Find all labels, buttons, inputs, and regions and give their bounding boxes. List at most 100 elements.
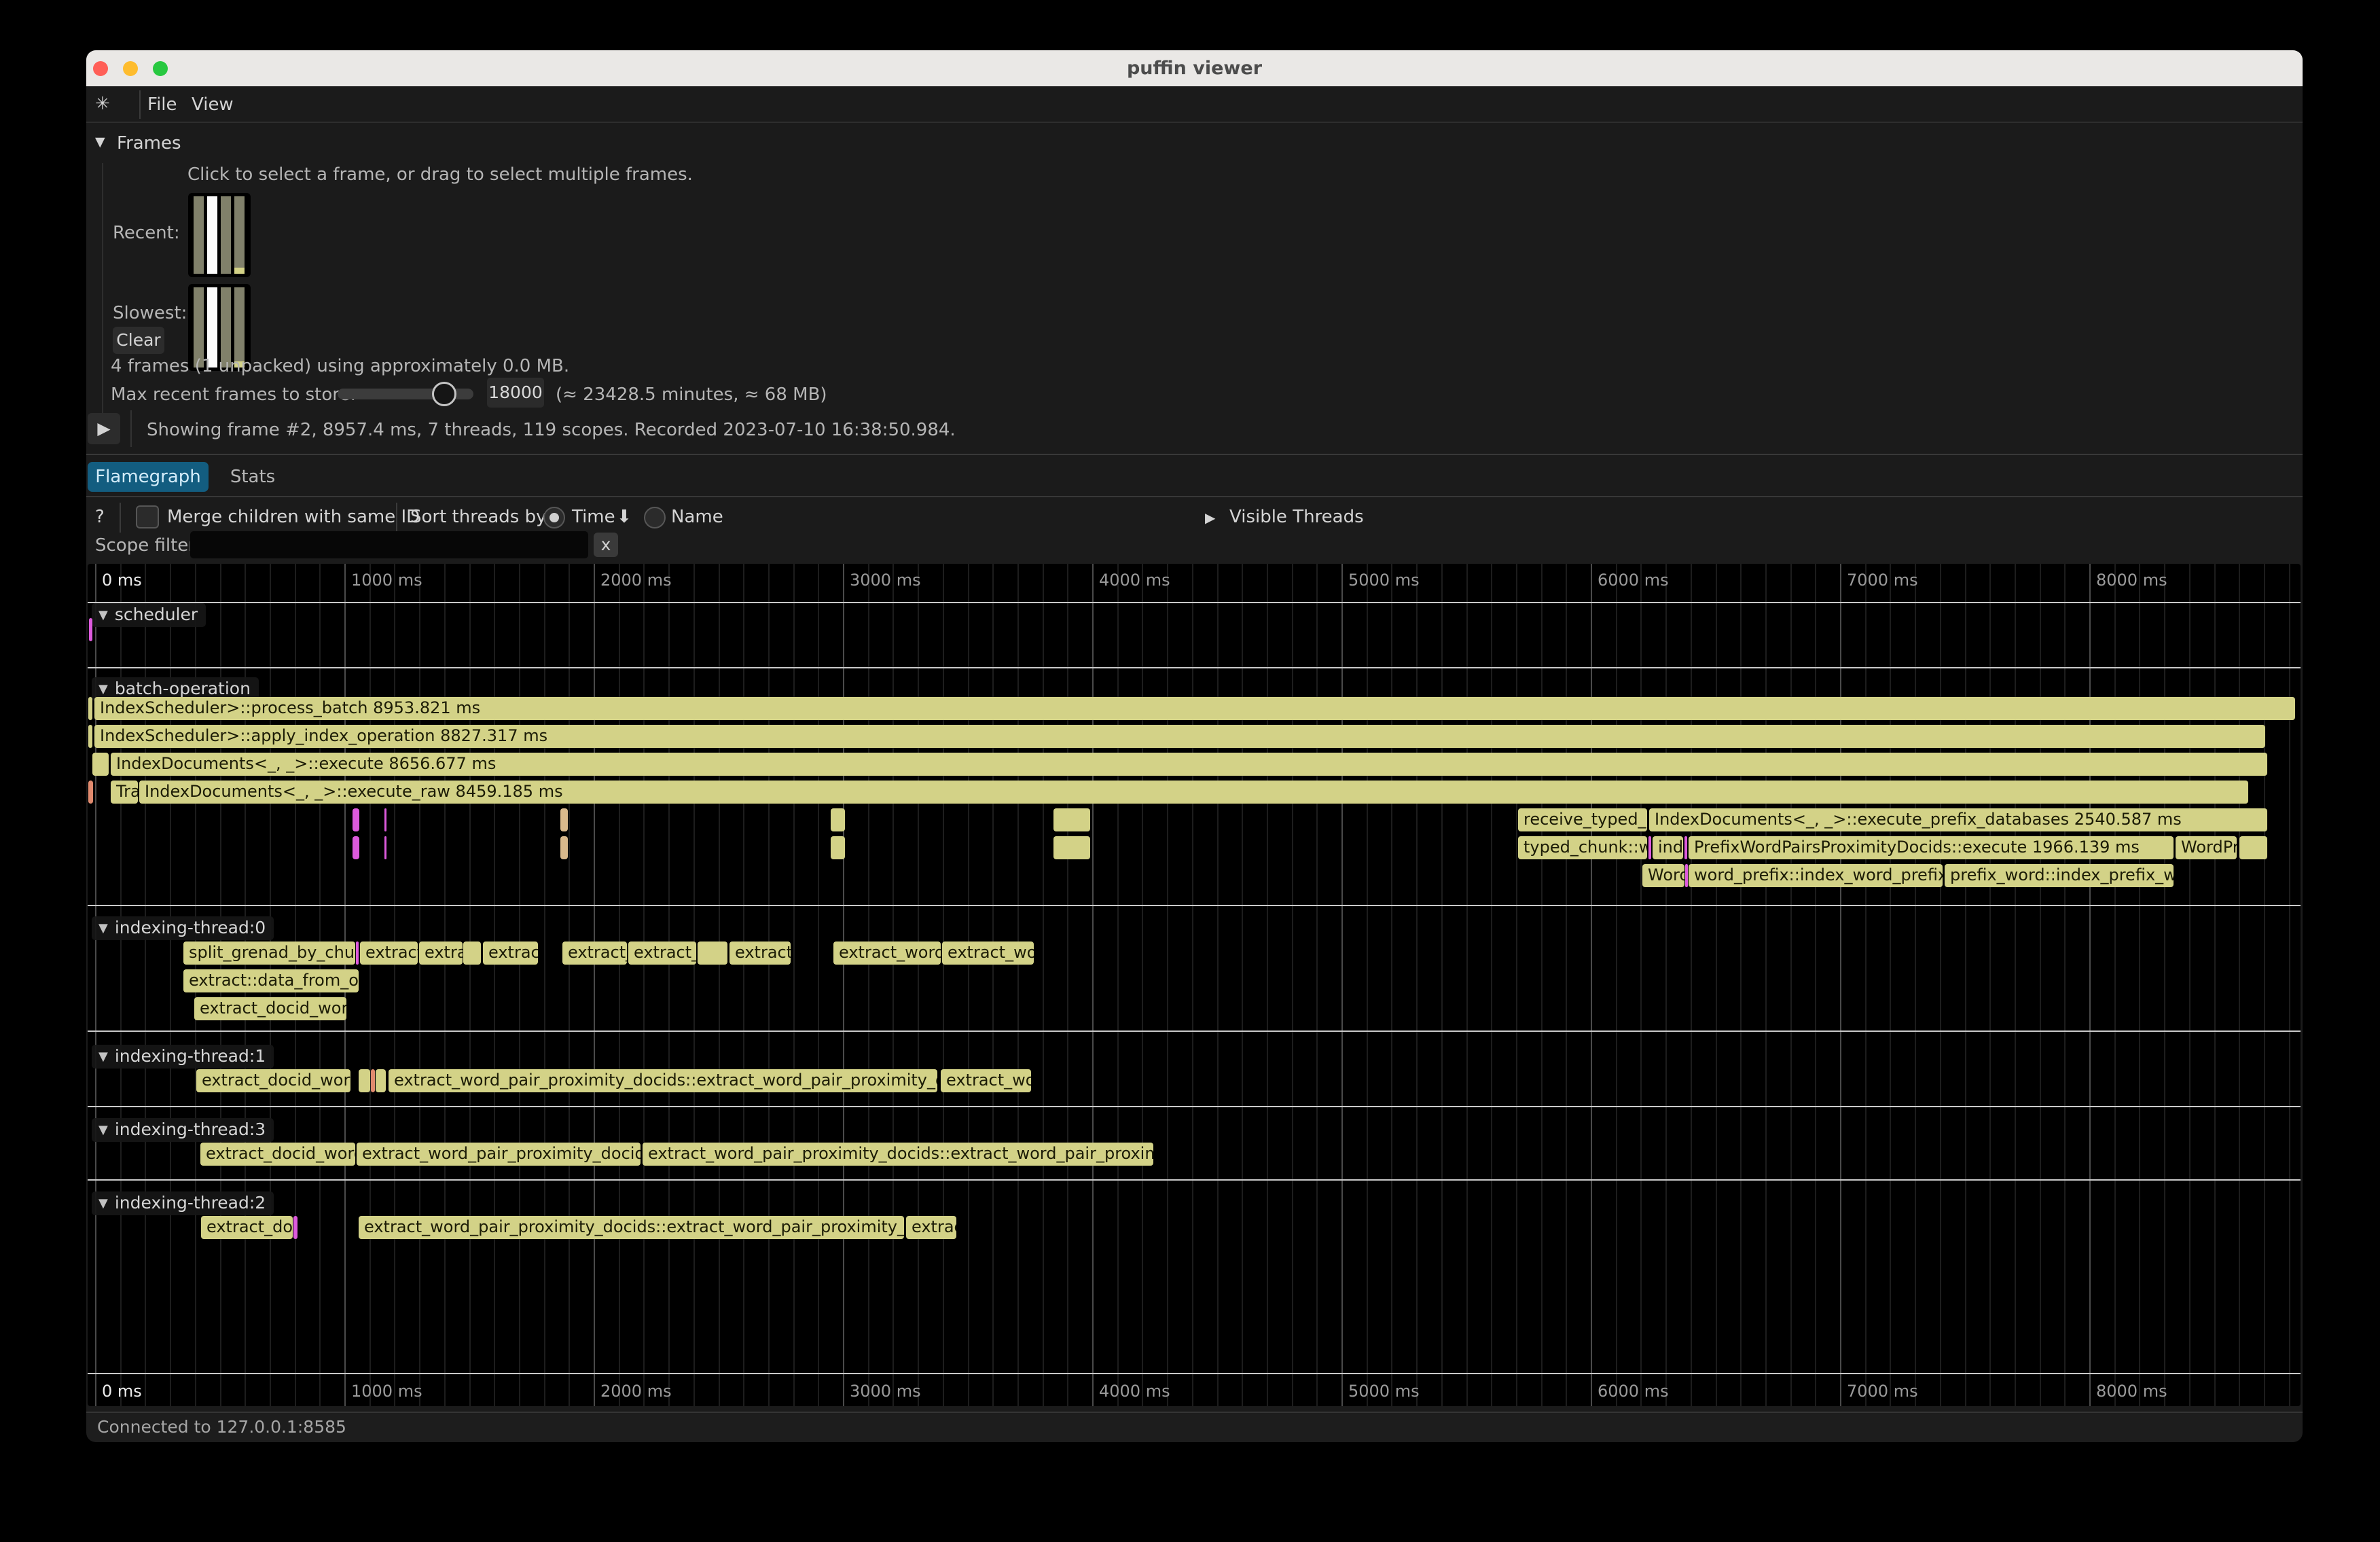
flamegraph-bar[interactable] [463, 942, 481, 965]
flamegraph-bar[interactable]: extract_docid_word [196, 1069, 350, 1092]
flamegraph-bar[interactable]: extract_word_pair_proximity_docids [357, 1143, 641, 1166]
flamegraph-bar[interactable] [88, 725, 92, 748]
collapse-icon[interactable]: ▼ [98, 682, 108, 696]
flamegraph-bar[interactable]: word_prefix::index_word_prefix_ [1689, 864, 1943, 887]
merge-children-checkbox[interactable] [136, 505, 159, 528]
flamegraph-bar[interactable] [1684, 836, 1687, 859]
flamegraph-bar[interactable] [831, 808, 845, 831]
tab-flamegraph[interactable]: Flamegraph [88, 462, 209, 492]
zoom-button[interactable] [153, 61, 168, 76]
flamegraph-bar[interactable] [1648, 836, 1651, 859]
sort-direction-icon[interactable]: ⬇ [617, 507, 632, 527]
flamegraph-bar[interactable] [88, 781, 93, 804]
thread-header[interactable]: ▼indexing-thread:2 [92, 1191, 274, 1215]
collapse-icon[interactable]: ▼ [98, 921, 108, 935]
flamegraph-bar[interactable] [353, 836, 359, 859]
flamegraph-bar[interactable]: extract_ [562, 942, 627, 965]
flamegraph-bar[interactable]: extract [729, 942, 791, 965]
frame-bar[interactable] [234, 196, 245, 274]
scope-filter-clear-button[interactable]: x [594, 533, 618, 557]
minimize-button[interactable] [123, 61, 138, 76]
flamegraph-bar[interactable]: PrefixWordPairsProximityDocids::execute … [1689, 836, 2174, 859]
collapse-icon[interactable]: ▼ [98, 1123, 108, 1137]
flamegraph-bar[interactable]: typed_chunk::w [1518, 836, 1647, 859]
sort-name-label[interactable]: Name [671, 507, 723, 527]
thread-header[interactable]: ▼indexing-thread:3 [92, 1118, 274, 1142]
flamegraph-bar[interactable]: receive_typed_ [1518, 808, 1647, 831]
flamegraph-canvas[interactable]: 0 ms0 ms1000 ms1000 ms2000 ms2000 ms3000… [88, 564, 2301, 1406]
flamegraph-bar[interactable] [831, 836, 845, 859]
flamegraph-bar[interactable] [353, 808, 359, 831]
flamegraph-bar[interactable] [371, 1069, 375, 1092]
flamegraph-bar[interactable]: extract_word_pair_proximity_docids::extr… [389, 1069, 937, 1092]
flamegraph-bar[interactable] [560, 836, 568, 859]
frame-bar-selected[interactable] [207, 196, 217, 274]
sort-time-radio[interactable] [543, 507, 565, 528]
flamegraph-bar[interactable] [88, 697, 92, 720]
flamegraph-bar[interactable]: extract [360, 942, 418, 965]
flamegraph-bar[interactable]: Trans [111, 781, 138, 804]
flamegraph-bar[interactable] [1685, 864, 1688, 887]
collapse-icon[interactable]: ▼ [98, 1196, 108, 1211]
flamegraph-bar[interactable]: IndexScheduler>::process_batch 8953.821 … [94, 697, 2295, 720]
clear-button[interactable]: Clear [113, 327, 164, 354]
flamegraph-bar[interactable]: extract_docid_word [200, 1143, 355, 1166]
flamegraph-bar[interactable]: extract_wo [941, 1069, 1031, 1092]
help-button[interactable]: ? [95, 507, 105, 527]
play-button[interactable]: ▶ [88, 413, 120, 444]
flamegraph-bar[interactable]: extract_doc [201, 1216, 293, 1239]
frame-bar[interactable] [221, 196, 231, 274]
max-frames-slider-knob[interactable] [432, 382, 456, 406]
scope-filter-input[interactable] [190, 531, 588, 558]
thread-header[interactable]: ▼scheduler [92, 603, 206, 627]
flamegraph-bar[interactable]: extract_docid_word [194, 997, 346, 1020]
tab-stats[interactable]: Stats [222, 462, 283, 492]
menu-view[interactable]: View [192, 94, 234, 115]
sort-time-label[interactable]: Time [572, 507, 615, 527]
flamegraph-bar[interactable]: extract_word_pair_proximity_docids::extr… [643, 1143, 1153, 1166]
flamegraph-bar[interactable]: IndexDocuments<_, _>::execute 8656.677 m… [111, 753, 2267, 776]
flamegraph-bar[interactable] [2239, 836, 2267, 859]
flamegraph-bar[interactable]: extra [419, 942, 463, 965]
flamegraph-bar[interactable]: WordPr [2176, 836, 2237, 859]
frame-bar[interactable] [194, 196, 204, 274]
flamegraph-bar[interactable]: Word [1642, 864, 1684, 887]
collapse-icon[interactable]: ▼ [98, 608, 108, 622]
flamegraph-bar[interactable] [359, 1069, 370, 1092]
thread-header[interactable]: ▼indexing-thread:1 [92, 1045, 274, 1069]
flamegraph-bar[interactable] [89, 618, 92, 641]
menu-file[interactable]: File [147, 94, 177, 115]
theme-toggle-icon[interactable]: ✳ [95, 94, 110, 114]
flamegraph-bar[interactable] [698, 942, 727, 965]
thread-header[interactable]: ▼indexing-thread:0 [92, 916, 274, 940]
recent-frames-thumbnail[interactable] [188, 193, 251, 277]
flamegraph-bar[interactable]: extract_word_pair_proximity_docids::extr… [359, 1216, 904, 1239]
flamegraph-bar[interactable] [560, 808, 568, 831]
flamegraph-bar[interactable]: index [1653, 836, 1683, 859]
visible-threads-header[interactable]: Visible Threads [1229, 507, 1364, 527]
flamegraph-bar[interactable]: extrac [483, 942, 538, 965]
collapse-icon[interactable]: ▼ [98, 1050, 108, 1064]
flamegraph-bar[interactable]: extract_wo [942, 942, 1034, 965]
flamegraph-bar[interactable]: extract_ [628, 942, 696, 965]
flamegraph-bar[interactable]: extrac [906, 1216, 956, 1239]
flamegraph-bar[interactable]: extract::data_from_ob [183, 969, 359, 992]
flamegraph-bar[interactable]: split_grenad_by_chun [183, 942, 355, 965]
sort-name-radio[interactable] [644, 507, 666, 528]
frames-collapse-icon[interactable]: ▼ [95, 135, 105, 149]
close-button[interactable] [93, 61, 108, 76]
flamegraph-bar[interactable] [1053, 808, 1090, 831]
flamegraph-bar[interactable] [356, 942, 359, 965]
flamegraph-bar[interactable] [1053, 836, 1090, 859]
flamegraph-bar[interactable]: IndexScheduler>::apply_index_operation 8… [94, 725, 2265, 748]
frames-header[interactable]: Frames [117, 133, 181, 154]
visible-threads-collapse-icon[interactable]: ▶ [1205, 509, 1215, 526]
flamegraph-bar[interactable] [293, 1216, 298, 1239]
flamegraph-bar[interactable] [384, 836, 386, 859]
flamegraph-bar[interactable] [376, 1069, 386, 1092]
flamegraph-bar[interactable]: extract_word [833, 942, 941, 965]
flamegraph-bar[interactable] [92, 753, 109, 776]
flamegraph-bar[interactable] [384, 808, 386, 831]
flamegraph-bar[interactable]: IndexDocuments<_, _>::execute_prefix_dat… [1649, 808, 2267, 831]
flamegraph-bar[interactable]: IndexDocuments<_, _>::execute_raw 8459.1… [139, 781, 2248, 804]
